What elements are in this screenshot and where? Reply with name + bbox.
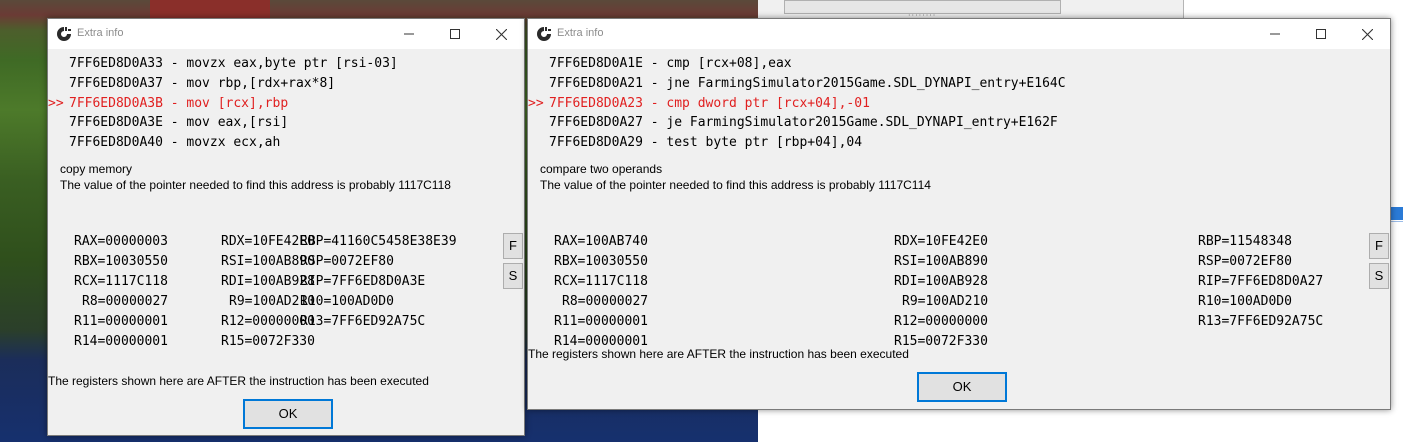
close-icon [495, 28, 507, 40]
register-r11: R11=00000001 [554, 314, 648, 329]
close-button[interactable] [478, 19, 524, 49]
disassembly-line: 7FF6ED8D0A27 - je FarmingSimulator2015Ga… [549, 115, 1058, 130]
registers-after-note: The registers shown here are AFTER the i… [48, 374, 429, 388]
register-rdx: RDX=10FE42E0 [894, 234, 988, 249]
float-registers-button[interactable]: F [503, 233, 523, 259]
title-bar[interactable]: Extra info [528, 19, 1390, 49]
extra-info-dialog-1: Extra info 7FF6ED8D0A33 - movzx eax,byte… [47, 18, 525, 436]
cheat-engine-icon [57, 27, 71, 41]
maximize-icon [1316, 29, 1326, 39]
background-window-panel: ········ [758, 0, 1183, 20]
register-rip: RIP=7FF6ED8D0A3E [300, 274, 426, 289]
extra-info-dialog-2: Extra info 7FF6ED8D0A1E - cmp [rcx+08],e… [527, 18, 1391, 410]
current-instruction-marker: >> [48, 96, 64, 111]
minimize-icon [404, 33, 414, 35]
current-instruction-line: 7FF6ED8D0A23 - cmp dword ptr [rcx+04],-0… [549, 96, 870, 111]
minimize-button[interactable] [1252, 19, 1298, 49]
register-r8: R8=00000027 [82, 294, 169, 309]
register-rcx: RCX=1117C118 [74, 274, 168, 289]
disassembly-line: 7FF6ED8D0A1E - cmp [rcx+08],eax [549, 56, 792, 71]
register-r9: R9=100AD210 [902, 294, 989, 309]
window-title: Extra info [557, 27, 604, 39]
ok-button[interactable]: OK [243, 399, 333, 429]
register-rsp: RSP=0072EF80 [300, 254, 394, 269]
background-selection [1389, 207, 1403, 220]
stack-view-button[interactable]: S [1369, 263, 1389, 289]
register-r13: R13=7FF6ED92A75C [300, 314, 426, 329]
close-button[interactable] [1344, 19, 1390, 49]
register-r8: R8=00000027 [562, 294, 649, 309]
register-rbp: RBP=11548348 [1198, 234, 1292, 249]
maximize-icon [450, 29, 460, 39]
cheat-engine-icon [537, 27, 551, 41]
instruction-description: copy memory [60, 162, 133, 176]
minimize-icon [1270, 33, 1280, 35]
disassembly-line: 7FF6ED8D0A37 - mov rbp,[rdx+rax*8] [69, 76, 336, 91]
register-rbx: RBX=10030550 [74, 254, 168, 269]
background-house [150, 0, 270, 18]
register-r11: R11=00000001 [74, 314, 168, 329]
maximize-button[interactable] [432, 19, 478, 49]
disassembly-line: 7FF6ED8D0A40 - movzx ecx,ah [69, 135, 281, 150]
register-r13: R13=7FF6ED92A75C [1198, 314, 1324, 329]
register-rsp: RSP=0072EF80 [1198, 254, 1292, 269]
pointer-info: The value of the pointer needed to find … [540, 178, 931, 192]
close-icon [1361, 28, 1373, 40]
minimize-button[interactable] [386, 19, 432, 49]
stack-view-button[interactable]: S [503, 263, 523, 289]
register-r12: R12=00000000 [894, 314, 988, 329]
register-r14: R14=00000001 [74, 334, 168, 349]
register-r10: R10=100AD0D0 [300, 294, 394, 309]
maximize-button[interactable] [1298, 19, 1344, 49]
title-bar[interactable]: Extra info [48, 19, 524, 49]
register-rax: RAX=00000003 [74, 234, 168, 249]
pointer-info: The value of the pointer needed to find … [60, 178, 451, 192]
register-r15: R15=0072F330 [221, 334, 315, 349]
current-instruction-marker: >> [528, 96, 544, 111]
float-registers-button[interactable]: F [1369, 233, 1389, 259]
register-rdi: RDI=100AB928 [894, 274, 988, 289]
background-selection-line [1389, 221, 1403, 222]
register-rax: RAX=100AB740 [554, 234, 648, 249]
register-rip: RIP=7FF6ED8D0A27 [1198, 274, 1324, 289]
register-r10: R10=100AD0D0 [1198, 294, 1292, 309]
disassembly-line: 7FF6ED8D0A29 - test byte ptr [rbp+04],04 [549, 135, 863, 150]
instruction-description: compare two operands [540, 162, 663, 176]
register-rbx: RBX=10030550 [554, 254, 648, 269]
disassembly-line: 7FF6ED8D0A33 - movzx eax,byte ptr [rsi-0… [69, 56, 398, 71]
registers-after-note: The registers shown here are AFTER the i… [528, 347, 909, 361]
register-rcx: RCX=1117C118 [554, 274, 648, 289]
current-instruction-line: 7FF6ED8D0A3B - mov [rcx],rbp [69, 96, 289, 111]
register-rsi: RSI=100AB890 [894, 254, 988, 269]
disassembly-line: 7FF6ED8D0A3E - mov eax,[rsi] [69, 115, 289, 130]
disassembly-line: 7FF6ED8D0A21 - jne FarmingSimulator2015G… [549, 76, 1066, 91]
background-divider [1183, 0, 1184, 18]
register-rbp: RBP=41160C5458E38E39 [300, 234, 457, 249]
ok-button[interactable]: OK [917, 372, 1007, 402]
window-title: Extra info [77, 27, 124, 39]
